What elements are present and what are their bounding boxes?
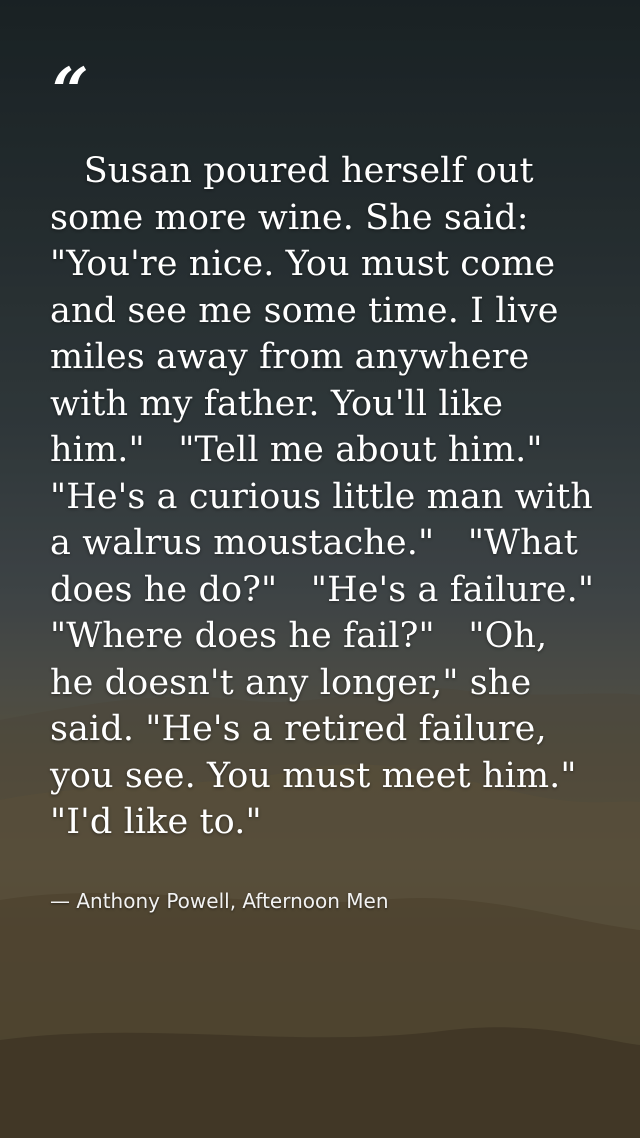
quote-attribution: — Anthony Powell, Afternoon Men: [50, 888, 389, 913]
quote-card: “ Susan poured herself out some more win…: [50, 60, 595, 914]
quote-mark-icon: “: [52, 54, 89, 129]
quote-text: Susan poured herself out some more wine.…: [50, 151, 595, 842]
